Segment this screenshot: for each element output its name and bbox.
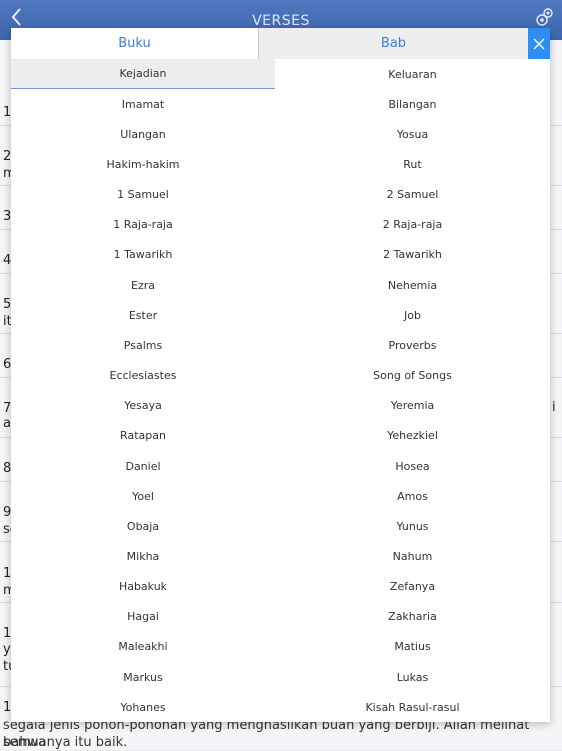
book-item[interactable]: Obaja [11, 511, 275, 541]
verse-text-fragment: i [552, 400, 556, 415]
book-item[interactable]: Yoel [11, 481, 275, 511]
book-item[interactable]: Nehemia [275, 270, 550, 300]
book-item[interactable]: Amos [275, 481, 550, 511]
book-item[interactable]: Yosua [275, 119, 550, 149]
book-item[interactable]: Kejadian [11, 59, 275, 90]
book-item[interactable]: Ecclesiastes [11, 361, 275, 391]
book-item[interactable]: Ester [11, 300, 275, 330]
book-item[interactable]: Hosea [275, 451, 550, 481]
book-item[interactable]: Yehezkiel [275, 421, 550, 451]
tab-bab[interactable]: Bab [258, 28, 528, 59]
book-item[interactable]: Hakim-hakim [11, 149, 275, 179]
book-item[interactable]: 2 Tawarikh [275, 240, 550, 270]
book-item[interactable]: Lukas [275, 662, 550, 692]
book-item[interactable]: Ratapan [11, 421, 275, 451]
book-item[interactable]: Keluaran [275, 59, 550, 89]
picker-tabs: Buku Bab [11, 28, 550, 59]
book-item[interactable]: Markus [11, 662, 275, 692]
book-item[interactable]: Yesaya [11, 391, 275, 421]
tab-buku[interactable]: Buku [11, 28, 258, 59]
book-item[interactable]: Maleakhi [11, 632, 275, 662]
book-item[interactable]: Rut [275, 149, 550, 179]
book-item[interactable]: Zefanya [275, 572, 550, 602]
book-item[interactable]: Kisah Rasul-rasul [275, 692, 550, 722]
settings-gear-icon[interactable] [534, 6, 556, 28]
book-item[interactable]: Job [275, 300, 550, 330]
book-item[interactable]: Mikha [11, 541, 275, 571]
book-list: Kejadian Imamat Ulangan Hakim-hakim 1 Samuel… [11, 59, 550, 722]
book-item[interactable]: 2 Samuel [275, 180, 550, 210]
book-item[interactable]: Nahum [275, 541, 550, 571]
book-item[interactable]: Hagai [11, 602, 275, 632]
book-item[interactable]: Imamat [11, 89, 275, 119]
verse-text: semuanya itu baik. [3, 735, 128, 750]
book-item[interactable]: 2 Raja-raja [275, 210, 550, 240]
book-item[interactable]: Song of Songs [275, 361, 550, 391]
book-item[interactable]: Yunus [275, 511, 550, 541]
book-item[interactable]: Matius [275, 632, 550, 662]
book-item[interactable]: Yohanes [11, 692, 275, 722]
book-item[interactable]: Daniel [11, 451, 275, 481]
close-button[interactable] [528, 28, 550, 59]
book-item[interactable]: 1 Samuel [11, 180, 275, 210]
close-icon [533, 38, 545, 49]
book-item[interactable]: Bilangan [275, 89, 550, 119]
book-picker-modal: Buku Bab Kejadian Imamat Ulangan Hakim-haki… [11, 28, 550, 722]
page-title: VERSES [252, 13, 310, 29]
book-item[interactable]: Psalms [11, 330, 275, 360]
book-item[interactable]: Ezra [11, 270, 275, 300]
book-item[interactable]: Proverbs [275, 330, 550, 360]
book-item[interactable]: 1 Raja-raja [11, 210, 275, 240]
book-item[interactable]: Habakuk [11, 572, 275, 602]
book-item[interactable]: Zakharia [275, 602, 550, 632]
book-item[interactable]: Yeremia [275, 391, 550, 421]
book-item[interactable]: 1 Tawarikh [11, 240, 275, 270]
book-item[interactable]: Ulangan [11, 119, 275, 149]
